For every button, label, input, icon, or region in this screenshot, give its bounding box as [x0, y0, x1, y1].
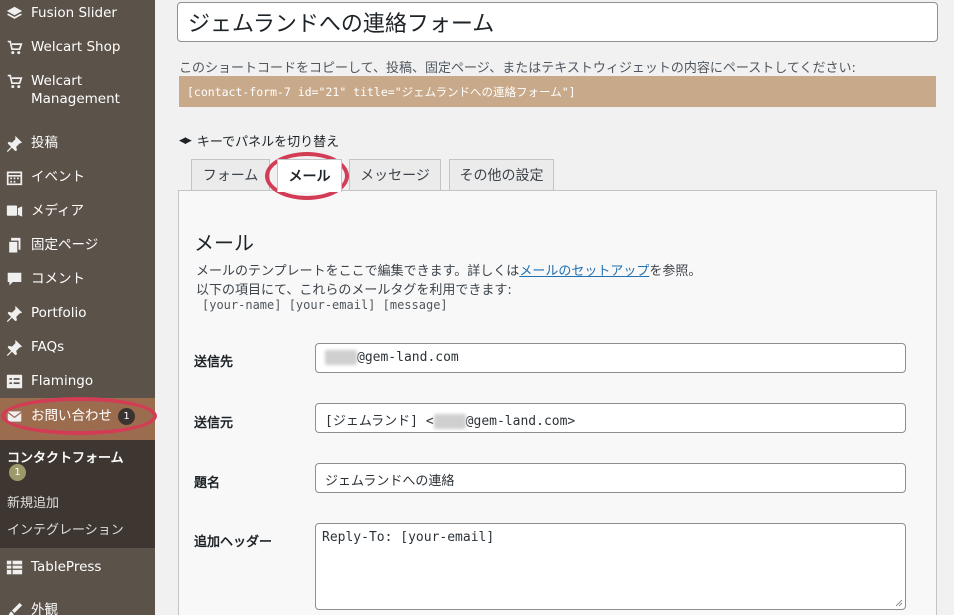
brush-icon	[5, 601, 23, 615]
additional-headers-textarea[interactable]: Reply-To: [your-email]	[315, 523, 906, 610]
keyboard-hint: ◀▶ キーでパネルを切り替え	[179, 131, 339, 150]
sidebar-item-events[interactable]: イベント	[0, 168, 155, 186]
submenu-badge: 1	[9, 464, 26, 481]
mail-tags-description: 以下の項目にて、これらのメールタグを利用できます:	[196, 283, 512, 298]
additional-headers-label: 追加ヘッダー	[194, 535, 273, 550]
sidebar-item-flamingo[interactable]: Flamingo	[0, 372, 155, 390]
keyboard-hint-text: キーでパネルを切り替え	[196, 135, 340, 150]
list-icon	[5, 372, 23, 390]
notification-badge: 1	[118, 407, 135, 425]
comment-icon	[5, 270, 23, 288]
to-label: 送信先	[194, 355, 234, 370]
media-icon	[5, 202, 23, 220]
pin-icon	[5, 338, 23, 356]
tab-form[interactable]: フォーム	[191, 159, 270, 190]
layers-icon	[5, 4, 23, 22]
subject-label: 題名	[194, 476, 221, 491]
mail-tags-list: [your-name] [your-email] [message]	[202, 298, 448, 312]
sidebar-item-appearance[interactable]: 外観	[0, 601, 155, 615]
submenu-item-add-new[interactable]: 新規追加	[7, 492, 59, 511]
pin-icon	[5, 304, 23, 322]
contact-submenu: コンタクトフォーム 1 新規追加 インテグレーション	[0, 440, 155, 548]
calendar-icon	[5, 168, 23, 186]
pages-icon	[5, 236, 23, 254]
sidebar-item-posts[interactable]: 投稿	[0, 134, 155, 152]
sidebar-item-fusion-slider[interactable]: Fusion Slider	[0, 4, 155, 22]
submenu-item-contact-forms[interactable]: コンタクトフォーム	[7, 447, 124, 466]
pin-icon	[5, 134, 23, 152]
sidebar-item-contact-label: お問い合わせ	[31, 408, 112, 424]
tab-mail[interactable]: メール	[277, 159, 342, 192]
sidebar-item-portfolio[interactable]: Portfolio	[0, 304, 155, 322]
panel-heading: メール	[194, 231, 254, 255]
sidebar-item-tablepress[interactable]: TablePress	[0, 558, 155, 576]
sidebar-item-welcart-management[interactable]: Welcart Management	[0, 72, 150, 108]
redacted-text	[433, 414, 466, 429]
sidebar-item-faqs[interactable]: FAQs	[0, 338, 155, 356]
redacted-text	[325, 350, 357, 365]
sidebar-item-media[interactable]: メディア	[0, 202, 155, 220]
subject-field[interactable]: ジェムランドへの連絡	[315, 463, 906, 493]
from-label: 送信元	[194, 416, 234, 431]
sidebar-item-welcart-shop[interactable]: Welcart Shop	[0, 38, 155, 56]
resize-grip-icon[interactable]	[893, 597, 903, 607]
cart-icon	[5, 38, 23, 56]
form-title-input[interactable]: ジェムランドへの連絡フォーム	[177, 2, 938, 42]
submenu-item-integration[interactable]: インテグレーション	[7, 519, 124, 538]
shortcode-description: このショートコードをコピーして、投稿、固定ページ、またはテキストウィジェットの内…	[179, 61, 856, 76]
arrow-keys-icon: ◀▶	[179, 135, 192, 146]
sidebar-item-pages[interactable]: 固定ページ	[0, 236, 155, 254]
mail-icon	[5, 407, 23, 425]
sidebar-item-comments[interactable]: コメント	[0, 270, 155, 288]
admin-sidebar: Fusion Slider Welcart Shop Welcart Manag…	[0, 0, 155, 615]
table-icon	[5, 558, 23, 576]
from-field[interactable]: [ジェムランド] < @gem-land.com>	[315, 403, 906, 433]
shortcode-field[interactable]: [contact-form-7 id="21" title="ジェムランドへの連…	[179, 76, 936, 107]
mail-setup-link[interactable]: メールのセットアップ	[519, 264, 649, 279]
sidebar-item-contact[interactable]: お問い合わせ 1	[0, 398, 155, 440]
tab-other-settings[interactable]: その他の設定	[449, 159, 554, 190]
to-field[interactable]: @gem-land.com	[315, 343, 906, 373]
tab-messages[interactable]: メッセージ	[349, 159, 441, 190]
cart-icon	[5, 72, 23, 90]
panel-description: メールのテンプレートをここで編集できます。詳しくはメールのセットアップを参照。	[196, 264, 702, 279]
